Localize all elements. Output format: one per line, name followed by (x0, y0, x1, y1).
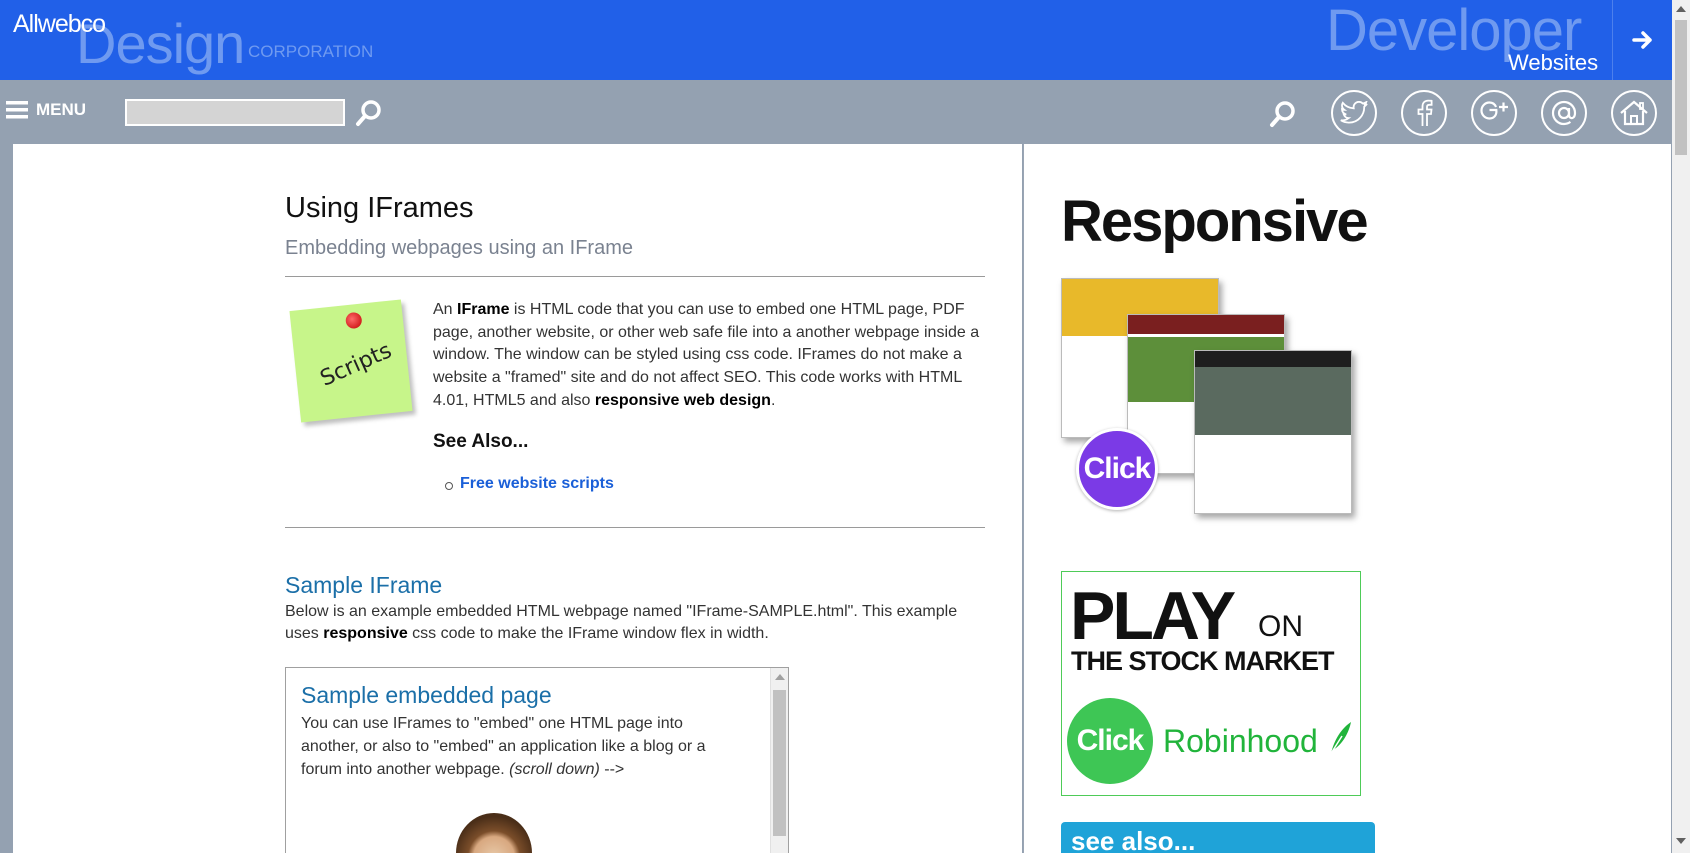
twitter-icon (1340, 101, 1368, 124)
logo-allwebco-text[interactable]: Allwebco (13, 10, 106, 39)
site-header: Design Allwebco CORPORATION Developer We… (0, 0, 1672, 80)
responsive-ad-title[interactable]: Responsive (1061, 188, 1369, 255)
iframe-scroll-hint: (scroll down) (509, 761, 600, 778)
see-also-box-header: see also... (1061, 822, 1375, 853)
play-stock-market-ad[interactable]: PLAY ON THE STOCK MARKET Click Robinhood (1061, 571, 1361, 796)
click-badge[interactable]: Click (1076, 428, 1158, 510)
twitter-button[interactable] (1331, 90, 1377, 136)
intro-bold-iframe: IFrame (457, 301, 510, 318)
intro-section: Scripts An IFrame is HTML code that you … (285, 277, 985, 527)
logo-corporation-text: CORPORATION (248, 42, 374, 61)
google-plus-button[interactable] (1471, 90, 1517, 136)
pushpin-icon (344, 311, 363, 330)
divider (285, 527, 985, 528)
main-content-panel: Using IFrames Embedding webpages using a… (13, 144, 1022, 853)
menu-button[interactable]: MENU (6, 100, 86, 120)
page-subtitle: Embedding webpages using an IFrame (285, 237, 633, 259)
scroll-down-arrow-icon[interactable] (1676, 838, 1686, 844)
page-scroll-thumb[interactable] (1675, 20, 1687, 155)
iframe-scroll-thumb[interactable] (773, 690, 786, 836)
iframe-scrollbar[interactable] (770, 668, 788, 853)
list-bullet (445, 482, 453, 490)
developer-subtitle: Websites (1508, 50, 1599, 75)
scroll-up-arrow-icon[interactable] (775, 674, 785, 680)
feather-icon (1329, 722, 1351, 756)
sample-iframe-window[interactable]: Sample embedded page You can use IFrames… (285, 667, 789, 853)
article: Using IFrames Embedding webpages using a… (285, 192, 985, 853)
iframe-text: You can use IFrames to "embed" one HTML … (301, 715, 706, 778)
free-website-scripts-link[interactable]: Free website scripts (460, 475, 614, 493)
robinhood-click-badge[interactable]: Click (1067, 698, 1153, 784)
portrait-photo (456, 813, 532, 853)
next-arrow-button[interactable] (1612, 0, 1672, 80)
see-also-heading: See Also... (433, 431, 529, 452)
robinhood-label: Robinhood (1163, 720, 1353, 760)
home-button[interactable] (1611, 90, 1657, 136)
email-at-icon (1551, 100, 1577, 126)
sample-iframe-paragraph: Below is an example embedded HTML webpag… (285, 601, 985, 645)
iframe-paragraph: You can use IFrames to "embed" one HTML … (301, 712, 731, 781)
home-icon (1620, 100, 1648, 126)
responsive-templates-ad-image[interactable]: Click (1061, 278, 1361, 518)
iframe-text-tail: --> (599, 761, 625, 778)
sticky-note-label: Scripts (316, 338, 396, 392)
sample-bold-responsive: responsive (323, 625, 408, 642)
search-icon (1270, 101, 1295, 127)
hamburger-icon (6, 101, 28, 119)
header-search-button[interactable] (1266, 97, 1300, 131)
menu-label: MENU (36, 100, 87, 119)
intro-text-1: An (433, 301, 458, 318)
page-title: Using IFrames (285, 192, 474, 224)
sidebar: Responsive Click PLAY ON THE STOCK MARKE… (1023, 144, 1671, 853)
play-ad-subtitle: THE STOCK MARKET (1071, 646, 1335, 676)
iframe-page-title: Sample embedded page (301, 682, 552, 708)
search-input[interactable] (125, 99, 345, 126)
google-plus-icon (1480, 101, 1508, 120)
intro-bold-responsive: responsive web design (594, 391, 771, 409)
play-ad-on: ON (1258, 610, 1303, 643)
nav-bar: MENU (0, 80, 1672, 144)
search-button[interactable] (355, 99, 383, 127)
page-scrollbar[interactable] (1672, 0, 1690, 853)
facebook-button[interactable] (1401, 90, 1447, 136)
sample-text-2: css code to make the IFrame window flex … (407, 625, 769, 642)
scripts-sticky-note-image: Scripts (289, 299, 413, 423)
intro-paragraph: An IFrame is HTML code that you can use … (433, 299, 993, 413)
template-screenshot-dark (1194, 350, 1352, 514)
email-button[interactable] (1541, 90, 1587, 136)
play-ad-title: PLAY (1070, 578, 1236, 654)
search-icon (356, 100, 381, 126)
arrow-right-icon (1631, 31, 1652, 49)
sample-iframe-heading: Sample IFrame (285, 572, 443, 598)
facebook-icon (1417, 99, 1433, 126)
scroll-up-arrow-icon[interactable] (1676, 6, 1686, 12)
intro-text-3: . (770, 391, 776, 409)
robinhood-text: Robinhood (1163, 723, 1318, 759)
